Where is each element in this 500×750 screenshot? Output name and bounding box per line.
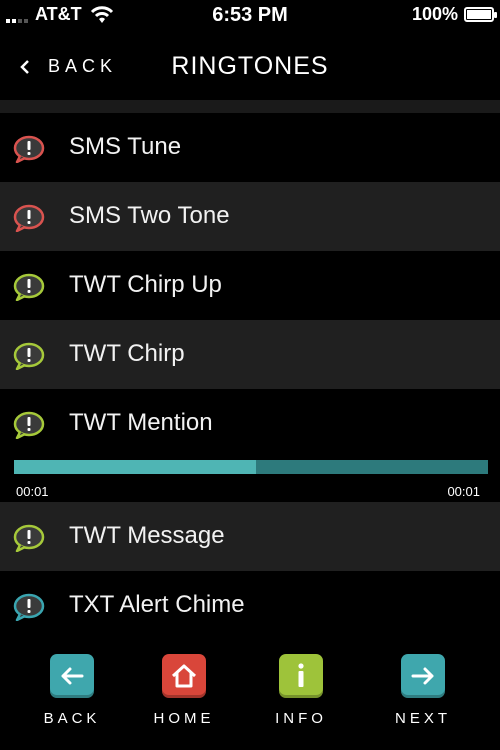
ringtone-item-txt-alert-chime[interactable]: TXT Alert Chime [0,571,500,640]
ringtone-item-twt-chirp[interactable]: TWT Chirp [0,320,500,389]
nav-bar: BACK RINGTONES [0,30,500,102]
alert-bubble-icon [13,204,45,232]
alert-bubble-icon [13,273,45,301]
ringtone-item-twt-chirp-up[interactable]: TWT Chirp Up [0,251,500,320]
battery-percent: 100% [411,4,458,24]
ringtone-label: TXT Alert Chime [69,591,245,618]
elapsed-time: 00:01 [16,484,49,499]
alert-bubble-icon [13,524,45,552]
bottom-toolbar: BACK HOME INFO NEXT [0,640,500,750]
back-arrow-icon [50,654,94,698]
ringtone-item-twt-message[interactable]: TWT Message [0,502,500,571]
ringtone-item-sms-tune[interactable]: SMS Tune [0,113,500,182]
ringtone-label: SMS Two Tone [69,202,230,229]
ringtone-label: TWT Chirp Up [69,271,222,298]
toolbar-next-button[interactable]: NEXT [373,654,473,727]
playback-progress-bar[interactable] [14,460,488,474]
alert-bubble-icon [13,342,45,370]
alert-bubble-icon [13,135,45,163]
page-title: RINGTONES [171,52,329,80]
list-top-divider [0,100,500,113]
status-bar: AT&T 6:53 PM 100% [0,0,500,30]
ringtone-item-sms-two-tone[interactable]: SMS Two Tone [0,182,500,251]
toolbar-back-label: BACK [43,710,101,727]
home-icon [162,654,206,698]
playback-progress-fill [14,460,256,474]
ringtone-label: SMS Tune [69,133,182,160]
toolbar-back-button[interactable]: BACK [22,654,122,727]
toolbar-next-label: NEXT [394,710,451,727]
ringtone-label: TWT Mention [69,409,213,436]
battery-icon [464,7,497,22]
info-icon [279,654,323,698]
toolbar-info-button[interactable]: INFO [251,654,351,727]
total-time: 00:01 [447,484,480,499]
playback-player: 00:01 00:01 [0,458,500,502]
next-arrow-icon [401,654,445,698]
ringtone-list: SMS Tune SMS Two Tone TWT Chirp Up TWT C… [0,113,500,640]
ringtone-label: TWT Message [69,522,225,549]
ringtone-label: TWT Chirp [69,340,185,367]
toolbar-home-label: HOME [153,710,215,727]
status-right: 100% [411,4,497,25]
alert-bubble-icon [13,593,45,621]
toolbar-home-button[interactable]: HOME [134,654,234,727]
alert-bubble-icon [13,411,45,439]
toolbar-info-label: INFO [275,710,327,727]
ringtone-item-twt-mention[interactable]: TWT Mention [0,389,500,458]
